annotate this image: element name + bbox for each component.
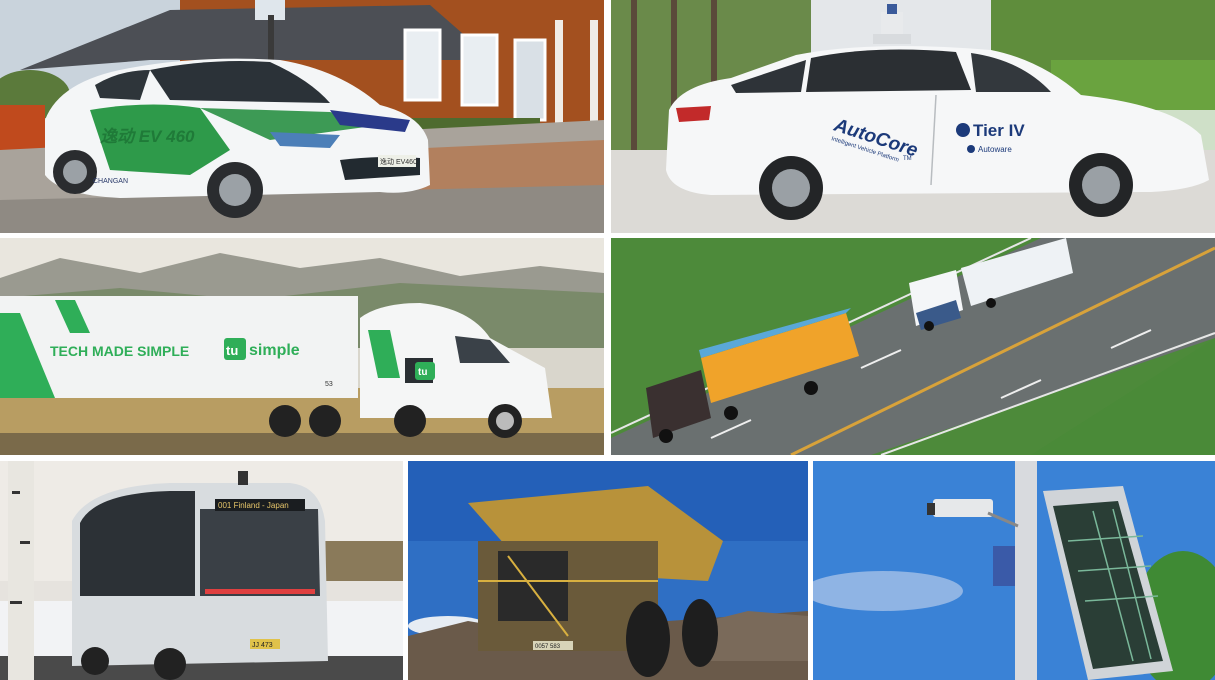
shuttle-sensor: [238, 471, 248, 485]
roadside-scene: [813, 461, 1215, 680]
photo-highway-trucks: [611, 238, 1215, 455]
mining-scene: 0057 583: [408, 461, 808, 680]
birch-trunk: [8, 461, 34, 680]
mining-rear-tire: [682, 599, 718, 667]
cab-tu-badge: tu: [418, 367, 427, 378]
photo-mining-truck: 0057 583: [408, 461, 808, 680]
photo-shuttle-bus: 001 Finland - Japan JJ 473: [0, 461, 403, 680]
highway-scene: [611, 238, 1215, 455]
lidar-sensor: [881, 12, 903, 36]
mining-plate: 0057 583: [535, 644, 561, 650]
tu-badge: tu: [226, 343, 238, 358]
side-window: [80, 491, 195, 596]
ev-model-label: 逸动 EV 460: [100, 127, 195, 146]
tech-made-simple-text: TECH MADE SIMPLE: [50, 343, 189, 359]
photo-roadside-unit: [813, 461, 1215, 680]
autocore-tm: TM: [903, 156, 912, 162]
shuttle-plate: JJ 473: [252, 642, 273, 649]
lidar-unit: [993, 546, 1015, 586]
route-display: 001 Finland - Japan: [218, 501, 289, 510]
side-windows: [806, 49, 971, 92]
shuttle-scene: 001 Finland - Japan JJ 473: [0, 461, 403, 680]
changan-label: CHANGAN: [93, 178, 128, 185]
tusimple-scene: TECH MADE SIMPLE tu simple 53 tu: [0, 238, 604, 455]
autonomous-shuttle: 001 Finland - Japan JJ 473: [72, 471, 328, 680]
changan-ev-scene: 逸动 EV 460 CHANGAN 逸动 EV460: [0, 0, 604, 233]
photo-tusimple-truck: TECH MADE SIMPLE tu simple 53 tu: [0, 238, 604, 455]
autocore-scene: AutoCore TM Intelligent Vehicle Platform…: [611, 0, 1215, 233]
tier4-icon: [956, 123, 970, 137]
pole: [1015, 461, 1037, 680]
ev-plate: 逸动 EV460: [380, 157, 417, 166]
tier4-logo: Tier IV: [973, 121, 1025, 140]
front-window: [200, 509, 320, 596]
unit-number: 53: [325, 381, 333, 388]
photo-autocore-tier4-car: AutoCore TM Intelligent Vehicle Platform…: [611, 0, 1215, 233]
mining-front-tire: [626, 601, 670, 677]
autoware-icon: [967, 145, 975, 153]
photo-changan-ev-car: 逸动 EV 460 CHANGAN 逸动 EV460: [0, 0, 604, 233]
simple-brand-text: simple: [249, 342, 300, 359]
autoware-logo: Autoware: [978, 145, 1012, 154]
